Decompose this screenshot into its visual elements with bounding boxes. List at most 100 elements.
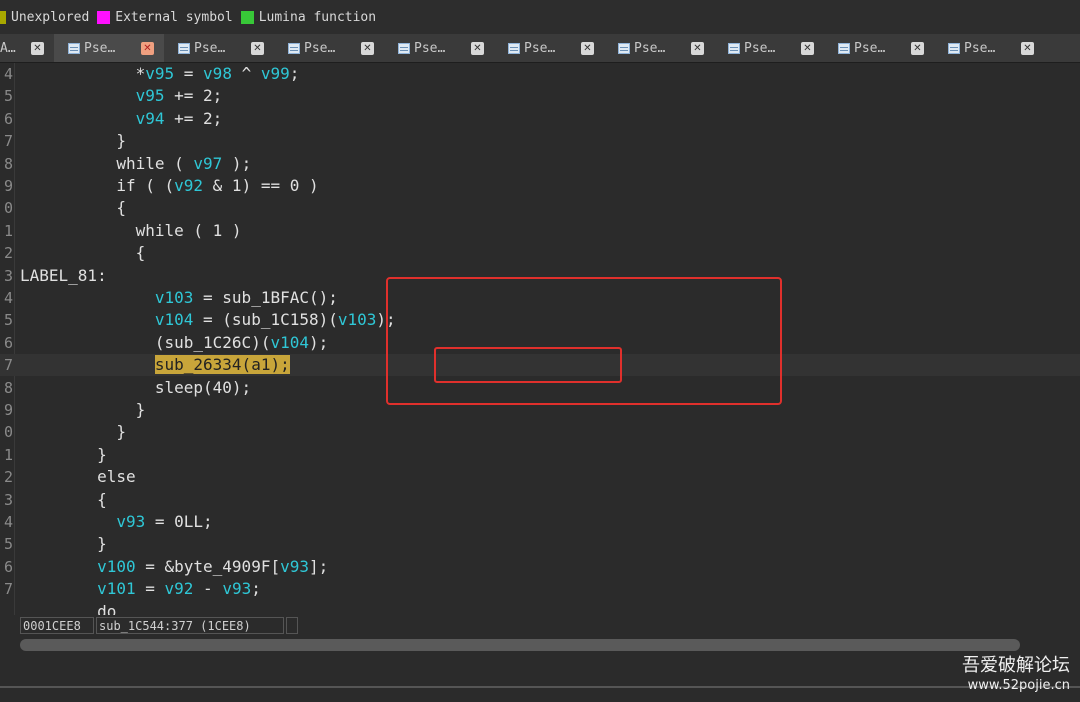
code-text: } [20, 400, 146, 419]
horizontal-scrollbar[interactable] [20, 639, 1020, 651]
highlighted-call[interactable]: sub_26334(a1); [154, 355, 290, 375]
tab-pseudocode[interactable]: Pse… ✕ [824, 34, 934, 62]
code-line[interactable]: 9 if ( (v92 & 1) == 0 ) [0, 175, 1080, 197]
code-line[interactable]: 7 v101 = v92 - v93; [0, 578, 1080, 600]
legend-bar: Unexplored External symbol Lumina functi… [0, 0, 1080, 34]
close-icon[interactable]: ✕ [691, 42, 704, 55]
status-bar: 0001CEE8 sub_1C544:377 (1CEE8) [0, 615, 1080, 637]
code-line[interactable]: 0 { [0, 197, 1080, 219]
tab-pseudocode[interactable]: Pse… ✕ [384, 34, 494, 62]
tab-pseudocode[interactable]: Pse… ✕ [934, 34, 1044, 62]
tab-pseudocode[interactable]: Pse… ✕ [274, 34, 384, 62]
legend-label-unexplored: Unexplored [11, 9, 90, 25]
line-number: 1 [3, 221, 13, 240]
code-line[interactable]: 6 v100 = &byte_4909F[v93]; [0, 556, 1080, 578]
line-number: 8 [3, 378, 13, 397]
pseudocode-icon [728, 42, 740, 54]
line-number: 6 [3, 109, 13, 128]
legend-item-lumina: Lumina function [240, 10, 376, 25]
line-number: 2 [3, 244, 13, 263]
line-number: 6 [3, 333, 13, 352]
code-line[interactable]: do [0, 601, 1080, 615]
close-icon[interactable]: ✕ [801, 42, 814, 55]
line-number: 5 [3, 535, 13, 554]
tab-label: Pse… [84, 40, 116, 56]
line-number: 9 [3, 177, 13, 195]
status-location: sub_1C544:377 (1CEE8) [96, 617, 284, 634]
pseudocode-icon [288, 42, 300, 54]
line-number: 2 [3, 468, 13, 487]
code-line[interactable]: 1 while ( 1 ) [0, 220, 1080, 242]
tab-pseudocode-active[interactable]: Pse… ✕ [54, 34, 164, 62]
line-number: 7 [3, 132, 13, 151]
pseudocode-icon [68, 42, 80, 54]
code-line[interactable]: 6 v94 += 2; [0, 108, 1080, 130]
pseudocode-icon [178, 42, 190, 54]
legend-swatch-unexplored [0, 10, 6, 24]
code-text: { [20, 198, 126, 218]
code-line[interactable]: 1 } [0, 444, 1080, 466]
pseudocode-icon [838, 42, 850, 54]
line-number: 7 [3, 356, 13, 375]
status-empty-cell [286, 617, 298, 634]
code-text: v94 += 2; [135, 108, 223, 128]
legend-item-external: External symbol [97, 9, 233, 25]
code-text: } [20, 444, 107, 464]
legend-label-external: External symbol [115, 9, 233, 25]
code-text: } [20, 131, 126, 151]
code-line[interactable]: 2 else [0, 466, 1080, 488]
code-text: v100 = &byte_4909F[v93]; [97, 556, 329, 576]
tab-label: Pse… [304, 40, 336, 56]
close-icon[interactable]: ✕ [581, 42, 594, 55]
close-icon[interactable]: ✕ [31, 42, 44, 55]
close-icon[interactable]: ✕ [911, 42, 924, 55]
code-text: v101 = v92 - v93; [97, 579, 261, 599]
tab-label: Pse… [524, 40, 556, 56]
code-line[interactable]: 4 *v95 = v98 ^ v99; [0, 63, 1080, 85]
legend-swatch-lumina [240, 10, 254, 24]
tab-label: Pse… [634, 40, 666, 56]
tab-pseudocode[interactable]: Pse… ✕ [494, 34, 604, 62]
close-icon[interactable]: ✕ [361, 42, 374, 55]
line-number: 8 [3, 154, 13, 173]
line-number: 5 [3, 311, 13, 330]
pseudocode-icon [398, 42, 410, 54]
code-line[interactable]: 0 } [0, 421, 1080, 443]
tab-pseudocode[interactable]: Pse… ✕ [604, 34, 714, 62]
pseudocode-view[interactable]: 4 *v95 = v98 ^ v99; 5 v95 += 2; 6 v94 += 2… [0, 63, 1080, 615]
pseudocode-icon [948, 42, 960, 54]
code-text: while ( 1 ) [20, 220, 242, 240]
code-text: sub_26334(a1); [20, 354, 290, 376]
watermark-url: www.52pojie.cn [967, 678, 1070, 693]
code-line[interactable]: 3 { [0, 489, 1080, 511]
legend-swatch-external [97, 10, 111, 24]
code-text: *v95 = v98 ^ v99; [20, 64, 300, 83]
code-text: do [20, 601, 117, 615]
code-text: { [20, 489, 107, 509]
divider [0, 686, 1080, 688]
code-text: else [20, 467, 136, 487]
tab-0[interactable]: A… ✕ [0, 34, 54, 62]
tab-pseudocode[interactable]: Pse… ✕ [714, 34, 824, 62]
code-line[interactable]: 5 v95 += 2; [0, 85, 1080, 107]
close-icon[interactable]: ✕ [1021, 42, 1034, 55]
pseudocode-icon [508, 42, 520, 54]
code-line[interactable]: 2 { [0, 242, 1080, 264]
code-line[interactable]: 5 } [0, 533, 1080, 555]
code-text: while ( v97 ); [20, 153, 252, 173]
code-text: sleep(40); [20, 377, 252, 397]
code-text: } [20, 422, 126, 442]
code-line[interactable]: 4 v93 = 0LL; [0, 511, 1080, 533]
code-line[interactable]: 7 } [0, 130, 1080, 152]
tab-pseudocode[interactable]: Pse… ✕ [164, 34, 274, 62]
line-number: 1 [3, 445, 13, 464]
bottom-panel [0, 655, 1080, 702]
close-icon[interactable]: ✕ [141, 42, 154, 55]
close-icon[interactable]: ✕ [471, 42, 484, 55]
line-number: 9 [3, 401, 13, 419]
code-text: v95 += 2; [135, 86, 223, 106]
line-number: 0 [3, 199, 13, 218]
close-icon[interactable]: ✕ [251, 42, 264, 55]
code-line[interactable]: 8 while ( v97 ); [0, 153, 1080, 175]
tab-label: Pse… [854, 40, 886, 56]
